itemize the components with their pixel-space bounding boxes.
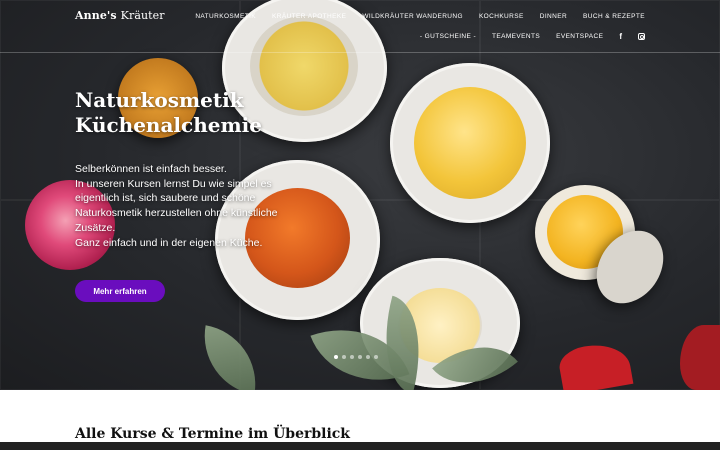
facebook-icon[interactable]: f [619, 32, 622, 41]
hero-text-line: Naturkosmetik herzustellen ohne künstlic… [75, 207, 278, 220]
instagram-icon[interactable] [638, 33, 645, 40]
hero-text-line: Zusätze. [75, 221, 116, 234]
hero-title-line-2: Küchenalchemie [75, 113, 262, 137]
nav-gutscheine[interactable]: - GUTSCHEINE - [420, 33, 476, 40]
site-header: Anne's Kräuter NATURKOSMETIK KRÄUTER APO… [0, 0, 720, 53]
nav-buch-rezepte[interactable]: BUCH & REZEPTE [583, 13, 645, 20]
hero-title: Naturkosmetik Küchenalchemie [75, 88, 262, 138]
slider-dot-6[interactable] [374, 355, 378, 359]
logo-light-text: Kräuter [120, 9, 165, 22]
overview-heading: Alle Kurse & Termine im Überblick [75, 426, 350, 442]
hero-description: Selberkönnen ist einfach besser. In unse… [75, 162, 335, 250]
nav-eventspace[interactable]: EVENTSPACE [556, 33, 603, 40]
slider-dot-4[interactable] [358, 355, 362, 359]
nav-naturkosmetik[interactable]: NATURKOSMETIK [195, 13, 256, 20]
main-nav-row-2: - GUTSCHEINE - TEAMEVENTS EVENTSPACE f [420, 32, 645, 41]
bottom-bar [0, 442, 720, 450]
slider-pagination [334, 355, 378, 359]
hero-text-line: Selberkönnen ist einfach besser. [75, 163, 227, 175]
nav-dinner[interactable]: DINNER [540, 13, 567, 20]
hero-slider: Anne's Kräuter NATURKOSMETIK KRÄUTER APO… [0, 0, 720, 390]
main-nav-row-1: NATURKOSMETIK KRÄUTER APOTHEKE WILDKRÄUT… [195, 13, 645, 20]
logo-bold-text: Anne's [75, 9, 117, 22]
hero-text-line: In unseren Kursen lernst Du wie simpel e… [75, 177, 272, 190]
slider-dot-1[interactable] [334, 355, 338, 359]
bowl-oil [390, 63, 550, 223]
slider-dot-2[interactable] [342, 355, 346, 359]
site-logo[interactable]: Anne's Kräuter [75, 9, 165, 22]
hero-title-line-1: Naturkosmetik [75, 88, 244, 112]
mehr-erfahren-button[interactable]: Mehr erfahren [75, 280, 165, 302]
hero-text-line: Ganz einfach und in der eigenen Küche. [75, 236, 263, 249]
nav-kraeuter-apotheke[interactable]: KRÄUTER APOTHEKE [272, 13, 346, 20]
nav-kochkurse[interactable]: KOCHKURSE [479, 13, 524, 20]
nav-teamevents[interactable]: TEAMEVENTS [492, 33, 540, 40]
nav-wildkraeuter-wanderung[interactable]: WILDKRÄUTER WANDERUNG [362, 13, 463, 20]
slider-dot-5[interactable] [366, 355, 370, 359]
slider-dot-3[interactable] [350, 355, 354, 359]
hero-text-line: eigentlich ist, sich saubere und schöne [75, 192, 256, 205]
